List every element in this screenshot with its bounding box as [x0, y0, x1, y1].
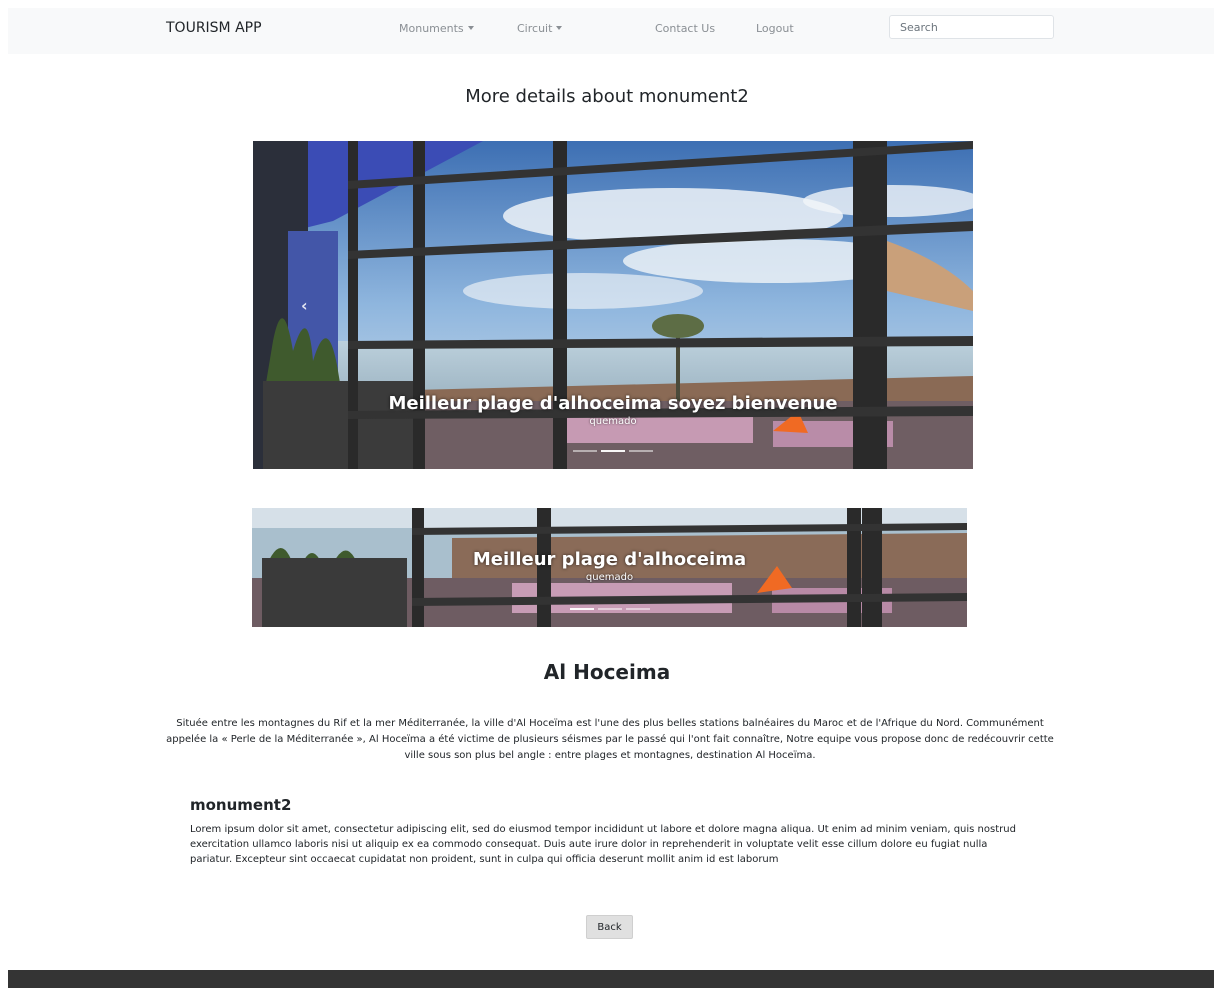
carousel-indicators	[252, 608, 967, 610]
page-title: More details about monument2	[465, 86, 749, 107]
carousel-caption-subtitle: quemado	[589, 416, 637, 427]
carousel-prev-icon[interactable]: ‹	[301, 296, 308, 315]
secondary-carousel[interactable]: Meilleur plage d'alhoceima quemado	[252, 508, 967, 627]
carousel-indicator[interactable]	[629, 450, 653, 452]
carousel-caption: Meilleur plage d'alhoceima soyez bienven…	[253, 393, 973, 427]
carousel-indicator-active[interactable]	[601, 450, 625, 452]
back-button[interactable]: Back	[586, 915, 633, 939]
carousel-caption-title: Meilleur plage d'alhoceima soyez bienven…	[388, 393, 838, 414]
city-title: Al Hoceima	[543, 660, 671, 684]
nav-circuit-dropdown[interactable]: Circuit	[517, 22, 563, 35]
brand-link[interactable]: TOURISM APP	[166, 20, 262, 36]
carousel-indicator[interactable]	[625, 608, 650, 610]
carousel-indicator[interactable]	[597, 608, 622, 610]
nav-contact-link[interactable]: Contact Us	[655, 22, 715, 35]
nav-monuments-label: Monuments	[399, 22, 464, 35]
carousel-caption-title: Meilleur plage d'alhoceima	[472, 549, 747, 570]
nav-monuments-dropdown[interactable]: Monuments	[399, 22, 474, 35]
nav-logout-link[interactable]: Logout	[756, 22, 794, 35]
main-carousel[interactable]: ‹ Meilleur plage d'alhoceima soyez bienv…	[253, 141, 973, 469]
monument-description: Lorem ipsum dolor sit amet, consectetur …	[190, 824, 1016, 865]
carousel-caption: Meilleur plage d'alhoceima quemado	[252, 549, 967, 583]
nav-circuit-label: Circuit	[517, 22, 553, 35]
carousel-caption-subtitle: quemado	[585, 572, 634, 583]
caret-down-icon	[467, 26, 474, 30]
carousel-indicators	[253, 450, 973, 452]
search-input[interactable]	[889, 15, 1054, 39]
caret-down-icon	[556, 26, 563, 30]
carousel-indicator-active[interactable]	[569, 608, 594, 610]
monument-title: monument2	[190, 796, 292, 814]
footer	[8, 970, 1214, 988]
carousel-indicator[interactable]	[573, 450, 597, 452]
navbar: TOURISM APP Monuments Circuit Contact Us…	[8, 8, 1214, 54]
city-description: Située entre les montagnes du Rif et la …	[166, 718, 1054, 761]
